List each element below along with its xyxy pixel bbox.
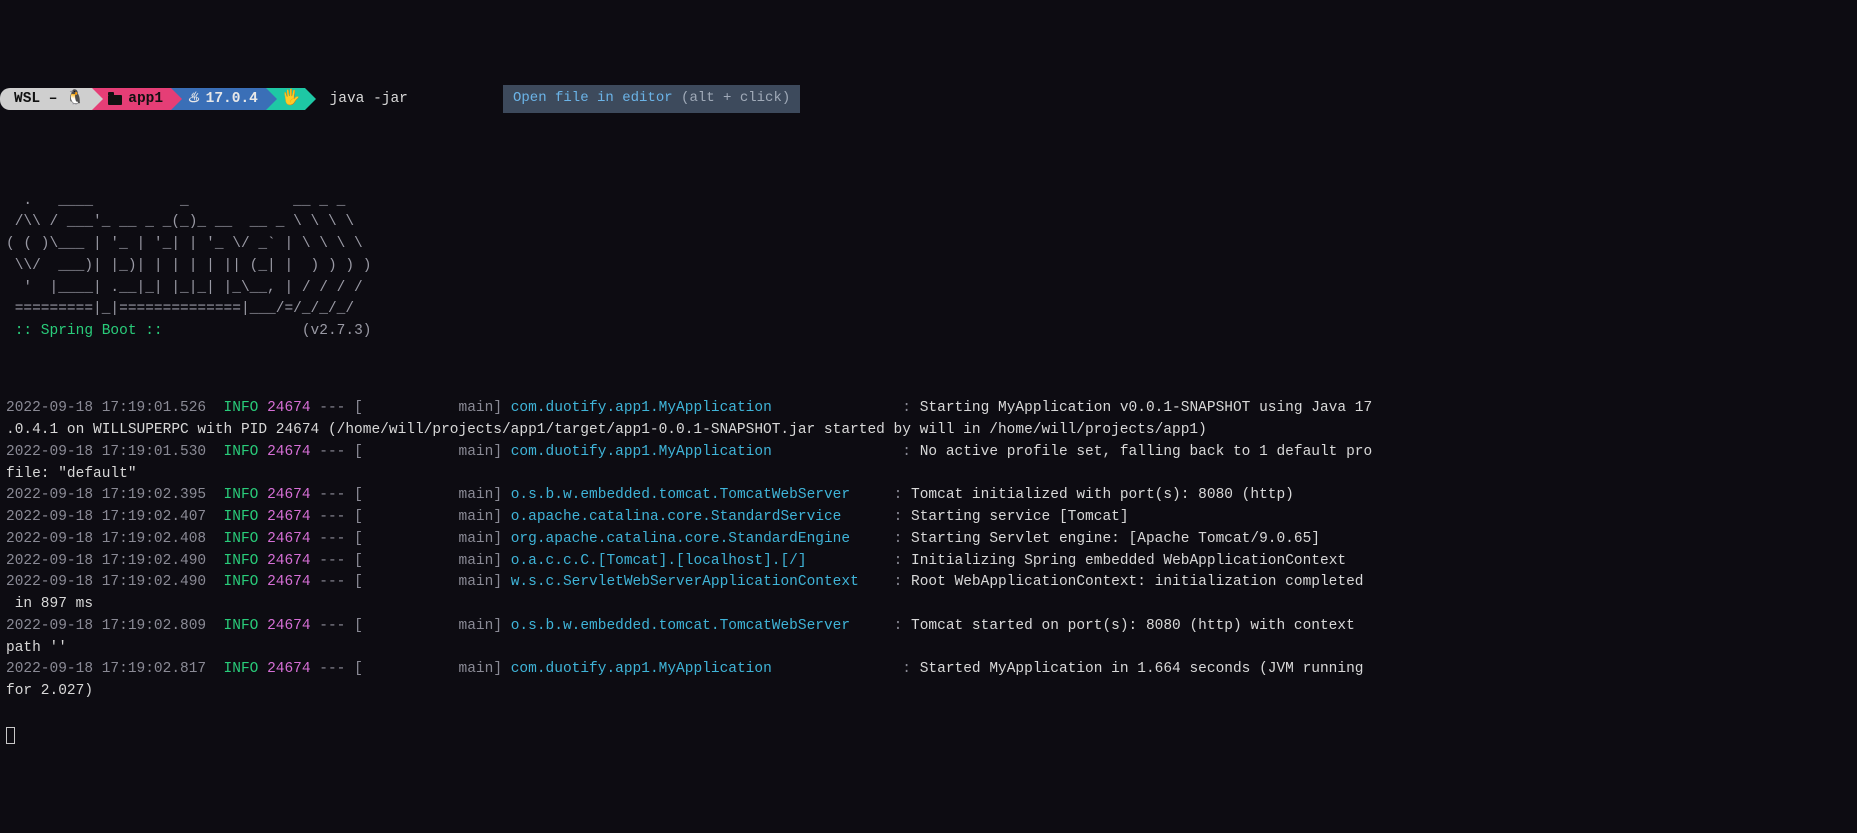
log-thread: main	[363, 553, 494, 569]
tooltip-hint: (alt + click)	[673, 90, 791, 106]
app-label: app1	[128, 88, 163, 110]
log-message: Initializing Spring embedded WebApplicat…	[911, 553, 1346, 569]
log-thread: main	[363, 618, 494, 634]
spring-banner: . ____ _ __ _ _ /\\ / ___'_ __ _ _(_)_ _…	[0, 191, 1857, 343]
log-logger: o.s.b.w.embedded.tomcat.TomcatWebServer	[511, 618, 850, 634]
app-segment: app1	[92, 88, 171, 110]
log-level: INFO	[224, 574, 259, 590]
log-message: No active profile set, falling back to 1…	[920, 444, 1372, 460]
log-message: Tomcat started on port(s): 8080 (http) w…	[911, 618, 1363, 634]
log-logger: com.duotify.app1.MyApplication	[511, 661, 772, 677]
log-pid: 24674	[267, 444, 311, 460]
log-level: INFO	[224, 618, 259, 634]
java-segment: ♨ 17.0.4	[171, 88, 266, 110]
log-timestamp: 2022-09-18 17:19:02.395	[6, 487, 206, 503]
log-timestamp: 2022-09-18 17:19:02.809	[6, 618, 206, 634]
log-timestamp: 2022-09-18 17:19:02.408	[6, 531, 206, 547]
log-message-wrap: path ''	[6, 640, 67, 656]
chevron-right-icon	[171, 88, 182, 110]
log-logger: o.apache.catalina.core.StandardService	[511, 509, 842, 525]
log-level: INFO	[224, 400, 259, 416]
log-thread: main	[363, 661, 494, 677]
log-thread: main	[363, 509, 494, 525]
log-pid: 24674	[267, 487, 311, 503]
log-message: Started MyApplication in 1.664 seconds (…	[920, 661, 1372, 677]
log-level: INFO	[224, 553, 259, 569]
log-timestamp: 2022-09-18 17:19:02.490	[6, 574, 206, 590]
log-timestamp: 2022-09-18 17:19:01.530	[6, 444, 206, 460]
hand-icon: 🖐	[282, 88, 301, 110]
log-level: INFO	[224, 661, 259, 677]
log-pid: 24674	[267, 618, 311, 634]
spring-version: (v2.7.3)	[302, 323, 372, 339]
folder-icon	[108, 95, 122, 105]
chevron-right-icon	[266, 88, 277, 110]
log-logger: com.duotify.app1.MyApplication	[511, 400, 772, 416]
log-logger: org.apache.catalina.core.StandardEngine	[511, 531, 850, 547]
prompt-header: WSL – 🐧 app1 ♨17.0.4 🖐 java -jar xxxxxxx…	[0, 87, 1857, 111]
terminal-cursor[interactable]	[6, 727, 15, 744]
log-thread: main	[363, 444, 494, 460]
log-message: Root WebApplicationContext: initializati…	[911, 574, 1363, 590]
log-message: Starting Servlet engine: [Apache Tomcat/…	[911, 531, 1320, 547]
log-level: INFO	[224, 487, 259, 503]
chevron-right-icon	[92, 88, 103, 110]
ascii-art: . ____ _ __ _ _ /\\ / ___'_ __ _ _(_)_ _…	[6, 193, 371, 318]
tooltip-text: Open file in editor	[513, 90, 673, 106]
log-thread: main	[363, 531, 494, 547]
log-logger: o.s.b.w.embedded.tomcat.TomcatWebServer	[511, 487, 850, 503]
log-timestamp: 2022-09-18 17:19:01.526	[6, 400, 206, 416]
log-message: Tomcat initialized with port(s): 8080 (h…	[911, 487, 1294, 503]
log-pid: 24674	[267, 509, 311, 525]
log-level: INFO	[224, 444, 259, 460]
wsl-label: WSL –	[14, 91, 66, 107]
log-pid: 24674	[267, 574, 311, 590]
log-level: INFO	[224, 531, 259, 547]
log-logger: o.a.c.c.C.[Tomcat].[localhost].[/]	[511, 553, 807, 569]
log-message: Starting service [Tomcat]	[911, 509, 1129, 525]
log-message: Starting MyApplication v0.0.1-SNAPSHOT u…	[920, 400, 1372, 416]
log-message-wrap: .0.4.1 on WILLSUPERPC with PID 24674 (/h…	[6, 422, 1207, 438]
chevron-right-icon	[305, 88, 316, 110]
spring-boot-label: :: Spring Boot ::	[6, 323, 171, 339]
log-pid: 24674	[267, 400, 311, 416]
tux-icon: 🐧	[66, 91, 84, 107]
log-timestamp: 2022-09-18 17:19:02.817	[6, 661, 206, 677]
log-thread: main	[363, 487, 494, 503]
log-timestamp: 2022-09-18 17:19:02.490	[6, 553, 206, 569]
log-pid: 24674	[267, 531, 311, 547]
wsl-segment: WSL – 🐧	[0, 88, 92, 110]
log-pid: 24674	[267, 553, 311, 569]
log-pid: 24674	[267, 661, 311, 677]
log-logger: w.s.c.ServletWebServerApplicationContext	[511, 574, 859, 590]
log-thread: main	[363, 400, 494, 416]
log-thread: main	[363, 574, 494, 590]
java-version-label: 17.0.4	[206, 88, 258, 110]
log-level: INFO	[224, 509, 259, 525]
log-message-wrap: for 2.027)	[6, 683, 93, 699]
log-message-wrap: file: "default"	[6, 466, 137, 482]
log-logger: com.duotify.app1.MyApplication	[511, 444, 772, 460]
log-message-wrap: in 897 ms	[6, 596, 93, 612]
log-timestamp: 2022-09-18 17:19:02.407	[6, 509, 206, 525]
log-output[interactable]: 2022-09-18 17:19:01.526 INFO 24674 --- […	[0, 398, 1857, 703]
java-icon: ♨	[187, 88, 200, 110]
open-file-tooltip[interactable]: Open file in editor (alt + click)	[503, 85, 800, 113]
